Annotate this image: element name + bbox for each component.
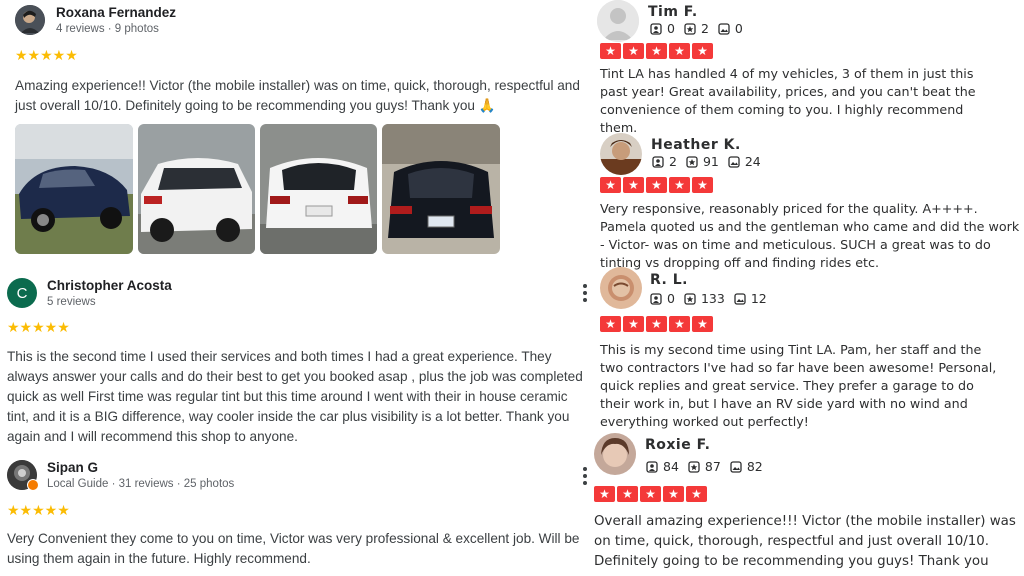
reviews-count-icon <box>684 292 696 305</box>
star-icon: ★ <box>692 177 713 193</box>
photos-count: 12 <box>750 291 767 306</box>
friends-icon <box>652 155 664 168</box>
review-photo[interactable] <box>260 124 377 254</box>
reviewer-name[interactable]: Sipan G <box>47 460 98 475</box>
reviewer-name[interactable]: R. L. <box>650 272 688 288</box>
reviews-count-icon <box>684 22 696 35</box>
reviewer-stats: 0 133 12 <box>650 291 776 306</box>
photos-icon <box>718 22 730 35</box>
star-rating: ★★★★★ <box>15 47 78 63</box>
reviewer-name[interactable]: Christopher Acosta <box>47 278 172 293</box>
yelp-reviews-panel: Tim F. 0 2 0 ★ ★ ★ ★ ★ Tint LA has handled 4… <box>592 0 1024 576</box>
photos-icon <box>728 155 740 168</box>
reviewer-meta: Local Guide · 31 reviews · 25 photos <box>47 478 235 490</box>
reviewer-name[interactable]: Heather K. <box>651 137 741 153</box>
star-icon: ★ <box>669 43 690 59</box>
review-text: Very responsive, reasonably priced for t… <box>600 201 1020 270</box>
star-icon: ★ <box>669 177 690 193</box>
review-text: Very Convenient they come to you on time… <box>7 531 580 566</box>
star-icon: ★ <box>686 486 707 502</box>
avatar[interactable] <box>594 433 636 475</box>
friends-count: 0 <box>667 21 675 36</box>
star-rating: ★★★★★ <box>7 319 70 335</box>
avatar[interactable] <box>600 267 642 309</box>
reviews-count: 133 <box>700 291 725 306</box>
friends-count: 2 <box>669 154 677 169</box>
reviews-count: 91 <box>702 154 719 169</box>
review-text: This is my second time using Tint LA. Pa… <box>600 342 997 429</box>
star-icon: ★ <box>692 43 713 59</box>
avatar[interactable]: C <box>7 278 37 308</box>
star-icon: ★ <box>600 316 621 332</box>
reviewer-name[interactable]: Roxie F. <box>645 437 710 453</box>
photos-icon <box>734 292 746 305</box>
more-options-icon[interactable] <box>582 467 588 485</box>
review-text: Tint LA has handled 4 of my vehicles, 3 … <box>600 66 976 135</box>
friends-count: 84 <box>663 459 679 474</box>
star-icon: ★ <box>640 486 661 502</box>
reviewer-meta: 4 reviews · 9 photos <box>56 23 159 35</box>
avatar[interactable] <box>597 0 639 42</box>
review-text: Overall amazing experience!!! Victor (th… <box>594 514 1016 569</box>
local-guide-badge-icon <box>27 479 39 491</box>
star-icon: ★ <box>692 316 713 332</box>
star-icon: ★ <box>646 316 667 332</box>
friends-icon <box>650 292 662 305</box>
photos-icon <box>730 460 742 473</box>
photos-count: 82 <box>746 459 763 474</box>
star-rating: ★★★★★ <box>600 316 713 332</box>
star-icon: ★ <box>623 43 644 59</box>
reviews-count-icon <box>686 155 698 168</box>
reviewer-stats: 0 2 0 <box>650 21 752 36</box>
reviewer-stats: 84 87 82 <box>646 459 772 474</box>
star-icon: ★ <box>646 43 667 59</box>
more-options-icon[interactable] <box>582 284 588 302</box>
reviewer-meta: 5 reviews <box>47 296 96 308</box>
avatar[interactable] <box>600 133 642 175</box>
star-icon: ★ <box>600 43 621 59</box>
avatar-letter: C <box>16 284 28 302</box>
reviewer-stats: 2 91 24 <box>652 154 770 169</box>
review-text: This is the second time I used their ser… <box>7 349 583 444</box>
friends-icon <box>650 22 662 35</box>
star-icon: ★ <box>623 316 644 332</box>
star-icon: ★ <box>623 177 644 193</box>
photos-count: 0 <box>734 21 743 36</box>
review-photo[interactable] <box>138 124 255 254</box>
star-rating: ★★★★★ <box>594 486 707 502</box>
reviewer-name[interactable]: Tim F. <box>648 4 698 20</box>
reviewer-name[interactable]: Roxana Fernandez <box>56 5 176 20</box>
friends-icon <box>646 460 658 473</box>
reviews-count: 87 <box>704 459 721 474</box>
photos-count: 24 <box>744 154 761 169</box>
star-rating: ★★★★★ <box>7 502 70 518</box>
review-photo[interactable] <box>382 124 500 254</box>
google-reviews-panel: Roxana Fernandez 4 reviews · 9 photos ★★… <box>0 0 592 576</box>
review-photo[interactable] <box>15 124 133 254</box>
star-icon: ★ <box>617 486 638 502</box>
avatar[interactable] <box>15 5 45 35</box>
star-rating: ★★★★★ <box>600 177 713 193</box>
star-rating: ★★★★★ <box>600 43 713 59</box>
star-icon: ★ <box>600 177 621 193</box>
star-icon: ★ <box>646 177 667 193</box>
star-icon: ★ <box>594 486 615 502</box>
star-icon: ★ <box>663 486 684 502</box>
friends-count: 0 <box>667 291 675 306</box>
reviews-count: 2 <box>700 21 709 36</box>
star-icon: ★ <box>669 316 690 332</box>
reviews-count-icon <box>688 460 700 473</box>
review-text: Amazing experience!! Victor (the mobile … <box>15 78 580 113</box>
